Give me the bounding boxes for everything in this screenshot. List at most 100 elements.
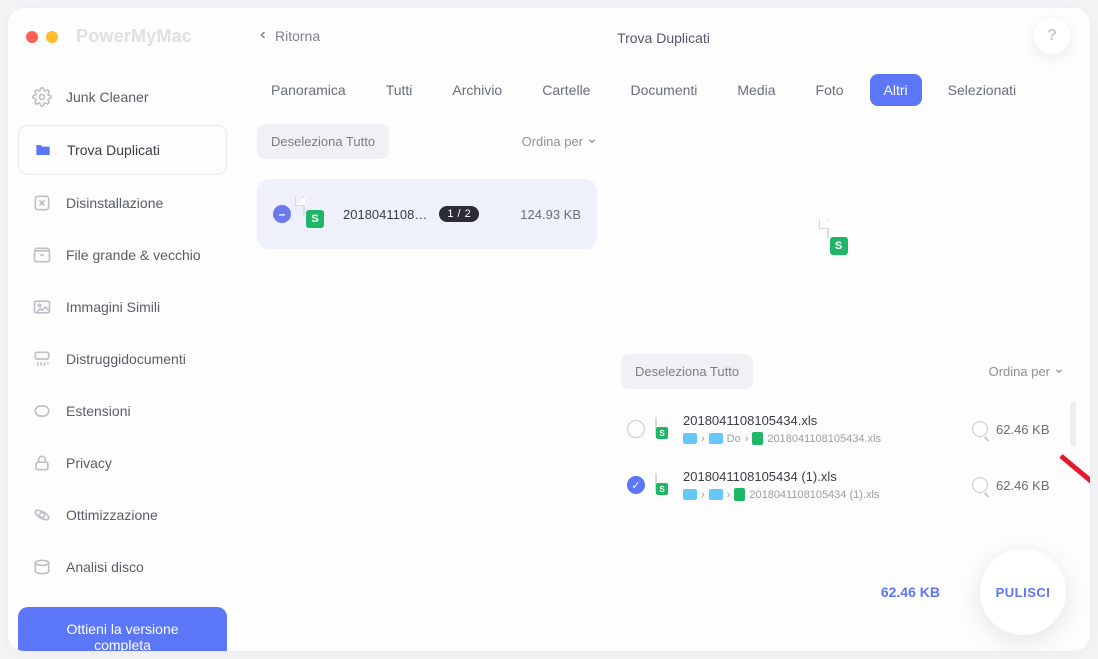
box-icon <box>32 245 52 265</box>
clean-button[interactable]: PULISCI <box>980 549 1066 635</box>
sidebar-item-label: Distruggidocumenti <box>66 351 186 367</box>
reveal-in-finder-icon[interactable] <box>972 477 988 493</box>
document-icon <box>734 488 745 501</box>
sidebar-item-privacy[interactable]: Privacy <box>18 439 227 487</box>
lock-icon <box>32 453 52 473</box>
sidebar-item-uninstaller[interactable]: Disinstallazione <box>18 179 227 227</box>
file-size: 62.46 KB <box>996 422 1058 437</box>
file-list-toolbar: Deseleziona Tutto Ordina per <box>615 354 1070 399</box>
folder-icon <box>683 433 697 444</box>
selection-count-badge: 1 / 2 <box>439 206 479 222</box>
tab-foto[interactable]: Foto <box>802 74 858 106</box>
sort-files-button[interactable]: Ordina per <box>989 364 1064 379</box>
help-button[interactable]: ? <box>1034 18 1070 54</box>
folder-icon <box>709 489 723 500</box>
tab-media[interactable]: Media <box>723 74 789 106</box>
sort-groups-button[interactable]: Ordina per <box>522 134 597 149</box>
page-title: Trova Duplicati <box>617 30 710 46</box>
sort-label: Ordina per <box>989 364 1050 379</box>
sidebar-item-shredder[interactable]: Distruggidocumenti <box>18 335 227 383</box>
sidebar-item-similar-images[interactable]: Immagini Simili <box>18 283 227 331</box>
file-list: S 2018041108105434.xls › Do› 20180411081… <box>615 399 1070 515</box>
deselect-all-files-button[interactable]: Deseleziona Tutto <box>621 354 753 389</box>
orbit-icon <box>32 505 52 525</box>
sidebar-item-label: Estensioni <box>66 403 131 419</box>
extension-icon <box>32 401 52 421</box>
group-toolbar: Deseleziona Tutto Ordina per <box>257 124 597 159</box>
get-full-version-button[interactable]: Ottieni la versione completa <box>18 607 227 651</box>
sidebar: PowerMyMac Junk Cleaner Trova Duplicati … <box>8 8 237 651</box>
tab-panoramica[interactable]: Panoramica <box>257 74 360 106</box>
sidebar-item-label: Trova Duplicati <box>67 142 160 158</box>
spreadsheet-file-icon: S <box>827 220 859 258</box>
reveal-in-finder-icon[interactable] <box>972 421 988 437</box>
sidebar-item-find-duplicates[interactable]: Trova Duplicati <box>18 125 227 175</box>
sidebar-item-label: Privacy <box>66 455 112 471</box>
sidebar-item-extensions[interactable]: Estensioni <box>18 387 227 435</box>
chevron-down-icon <box>587 134 597 149</box>
sidebar-item-label: Analisi disco <box>66 559 144 575</box>
file-name: 2018041108105434 (1).xls <box>683 469 962 484</box>
file-row-actions: 62.46 KB <box>972 421 1058 437</box>
file-path: › Do› 2018041108105434.xls <box>683 432 962 445</box>
back-button[interactable]: Ritorna <box>257 28 320 44</box>
minimize-window-dot[interactable] <box>46 31 58 43</box>
document-icon <box>752 432 763 445</box>
file-checkbox[interactable] <box>627 420 645 438</box>
folder-icon <box>683 489 697 500</box>
file-info: 2018041108105434.xls › Do› 2018041108105… <box>683 413 962 445</box>
spreadsheet-file-icon: S <box>655 474 673 496</box>
selected-total-size: 62.46 KB <box>881 584 940 600</box>
tab-archivio[interactable]: Archivio <box>438 74 516 106</box>
file-info: 2018041108105434 (1).xls › › 20180411081… <box>683 469 962 501</box>
sidebar-item-junk-cleaner[interactable]: Junk Cleaner <box>18 73 227 121</box>
spreadsheet-file-icon: S <box>655 418 673 440</box>
group-list-column: Deseleziona Tutto Ordina per – S 2018041… <box>257 124 597 651</box>
file-path: › › 2018041108105434 (1).xls <box>683 488 962 501</box>
group-name: 2018041108… <box>343 207 427 222</box>
duplicate-group-card[interactable]: – S 2018041108… 1 / 2 124.93 KB <box>257 179 597 249</box>
sidebar-item-label: File grande & vecchio <box>66 247 201 263</box>
folders-icon <box>33 140 53 160</box>
tab-tutti[interactable]: Tutti <box>372 74 427 106</box>
app-window: PowerMyMac Junk Cleaner Trova Duplicati … <box>8 8 1090 651</box>
filter-tabs: Panoramica Tutti Archivio Cartelle Docum… <box>237 74 1090 106</box>
chevron-down-icon <box>1054 364 1064 379</box>
sort-label: Ordina per <box>522 134 583 149</box>
sidebar-item-large-old-files[interactable]: File grande & vecchio <box>18 231 227 279</box>
footer-actions: 62.46 KB PULISCI <box>881 549 1066 635</box>
window-controls: PowerMyMac <box>18 26 227 47</box>
sidebar-item-optimization[interactable]: Ottimizzazione <box>18 491 227 539</box>
shredder-icon <box>32 349 52 369</box>
file-row-actions: 62.46 KB <box>972 477 1058 493</box>
brand-name: PowerMyMac <box>76 26 192 47</box>
file-size: 62.46 KB <box>996 478 1058 493</box>
sidebar-item-disk-analysis[interactable]: Analisi disco <box>18 543 227 591</box>
tab-selezionati[interactable]: Selezionati <box>934 74 1031 106</box>
preview-area: S <box>615 124 1070 354</box>
disk-icon <box>32 557 52 577</box>
main-pane: Ritorna ? Trova Duplicati Panoramica Tut… <box>237 8 1090 651</box>
tab-cartelle[interactable]: Cartelle <box>528 74 604 106</box>
partial-select-indicator[interactable]: – <box>273 205 291 223</box>
group-size: 124.93 KB <box>520 207 581 222</box>
scrollbar-handle[interactable] <box>1070 401 1076 447</box>
sidebar-nav: Junk Cleaner Trova Duplicati Disinstalla… <box>18 73 227 595</box>
image-icon <box>32 297 52 317</box>
file-row: S 2018041108105434.xls › Do› 20180411081… <box>621 405 1064 453</box>
spreadsheet-file-icon: S <box>303 197 331 231</box>
tab-altri[interactable]: Altri <box>870 74 922 106</box>
sidebar-item-label: Immagini Simili <box>66 299 160 315</box>
chevron-left-icon <box>257 28 269 44</box>
file-row: ✓ S 2018041108105434 (1).xls › › 2018041… <box>621 461 1064 509</box>
tab-documenti[interactable]: Documenti <box>616 74 711 106</box>
close-window-dot[interactable] <box>26 31 38 43</box>
gear-icon <box>32 87 52 107</box>
file-name: 2018041108105434.xls <box>683 413 962 428</box>
back-label: Ritorna <box>275 28 320 44</box>
sidebar-item-label: Ottimizzazione <box>66 507 158 523</box>
deselect-all-groups-button[interactable]: Deseleziona Tutto <box>257 124 389 159</box>
file-checkbox[interactable]: ✓ <box>627 476 645 494</box>
sidebar-item-label: Junk Cleaner <box>66 89 149 105</box>
folder-icon <box>709 433 723 444</box>
